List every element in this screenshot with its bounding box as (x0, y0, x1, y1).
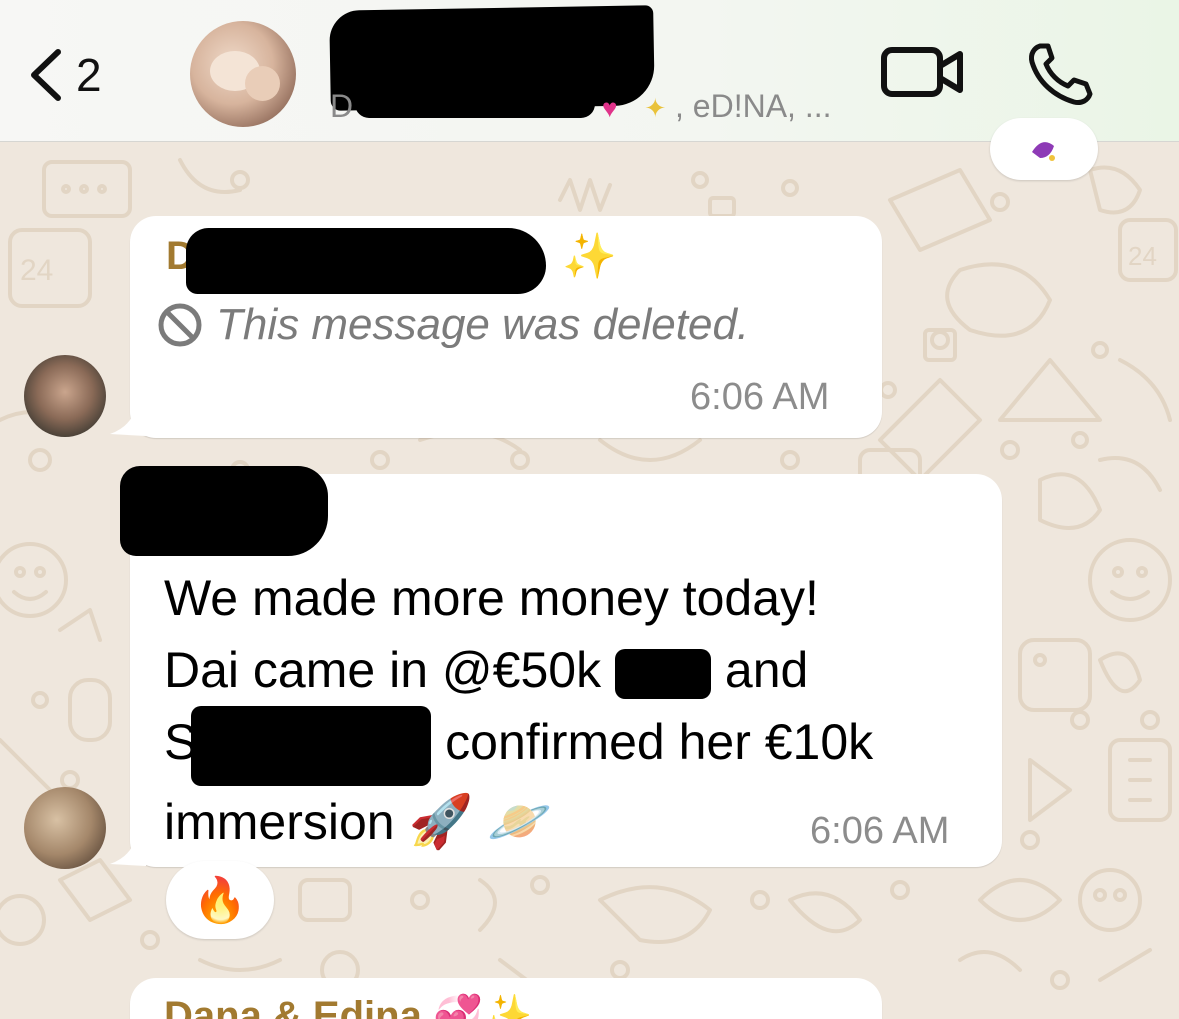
group-avatar[interactable] (190, 21, 296, 127)
bubble-tail (110, 836, 146, 866)
reaction-badge[interactable]: 🔥 (166, 861, 274, 939)
bubble-tail (110, 406, 146, 436)
phone-icon[interactable] (1026, 38, 1100, 108)
heart-icon: ♥ (602, 93, 618, 123)
deleted-text: This message was deleted. (216, 300, 750, 349)
chat-header: 2 D D ♥ ✦ , eD!NA, ... (0, 0, 1179, 142)
video-camera-icon[interactable] (878, 40, 968, 104)
unread-count: 2 (76, 49, 102, 101)
redaction-mark (191, 706, 432, 786)
chat-title-block[interactable]: D D ♥ ✦ , eD!NA, ... (329, 5, 870, 130)
sender-avatar[interactable] (24, 355, 106, 437)
redaction-mark (355, 78, 595, 118)
message-timestamp: 6:06 AM (690, 376, 830, 418)
chat-participants: D ♥ ✦ , eD!NA, ... (330, 78, 870, 126)
message-bubble-text[interactable]: We made more money today! Dai came in @€… (110, 466, 1002, 867)
fire-icon: 🔥 (192, 876, 248, 925)
redaction-mark (120, 466, 328, 556)
sender-name[interactable]: Dana & Edina 💞✨ (164, 992, 533, 1019)
redaction-mark (186, 228, 546, 294)
deleted-message: This message was deleted. (156, 300, 749, 350)
chevron-left-icon (31, 49, 61, 101)
sender-avatar[interactable] (24, 787, 106, 869)
message-bubble-partial[interactable]: Dana & Edina 💞✨ (130, 978, 882, 1019)
message-timestamp: 6:06 AM (810, 810, 950, 852)
message-line: We made more money today! (164, 570, 819, 626)
svg-text:24: 24 (1128, 241, 1157, 271)
ringed-planet-icon: 🪐 (487, 793, 552, 851)
message-line: Dai came in @€50k and (164, 642, 809, 699)
heart-icon: 💞✨ (432, 994, 533, 1019)
rocket-icon: 🚀 (408, 793, 474, 851)
sparkles-icon: ✨ (562, 232, 617, 281)
message-line: S confirmed her €10k (164, 706, 964, 786)
redaction-mark (614, 648, 711, 699)
message-bubble-deleted[interactable]: D ✨ This message was deleted. 6:06 AM (110, 216, 882, 438)
reaction-badge[interactable] (990, 118, 1098, 180)
no-entry-icon (158, 303, 202, 347)
emoji-icon (1032, 142, 1055, 161)
back-button[interactable]: 2 (22, 40, 142, 110)
chat-title: D (329, 5, 870, 111)
svg-text:24: 24 (20, 254, 53, 287)
sparkles-icon: ✦ (644, 93, 667, 123)
